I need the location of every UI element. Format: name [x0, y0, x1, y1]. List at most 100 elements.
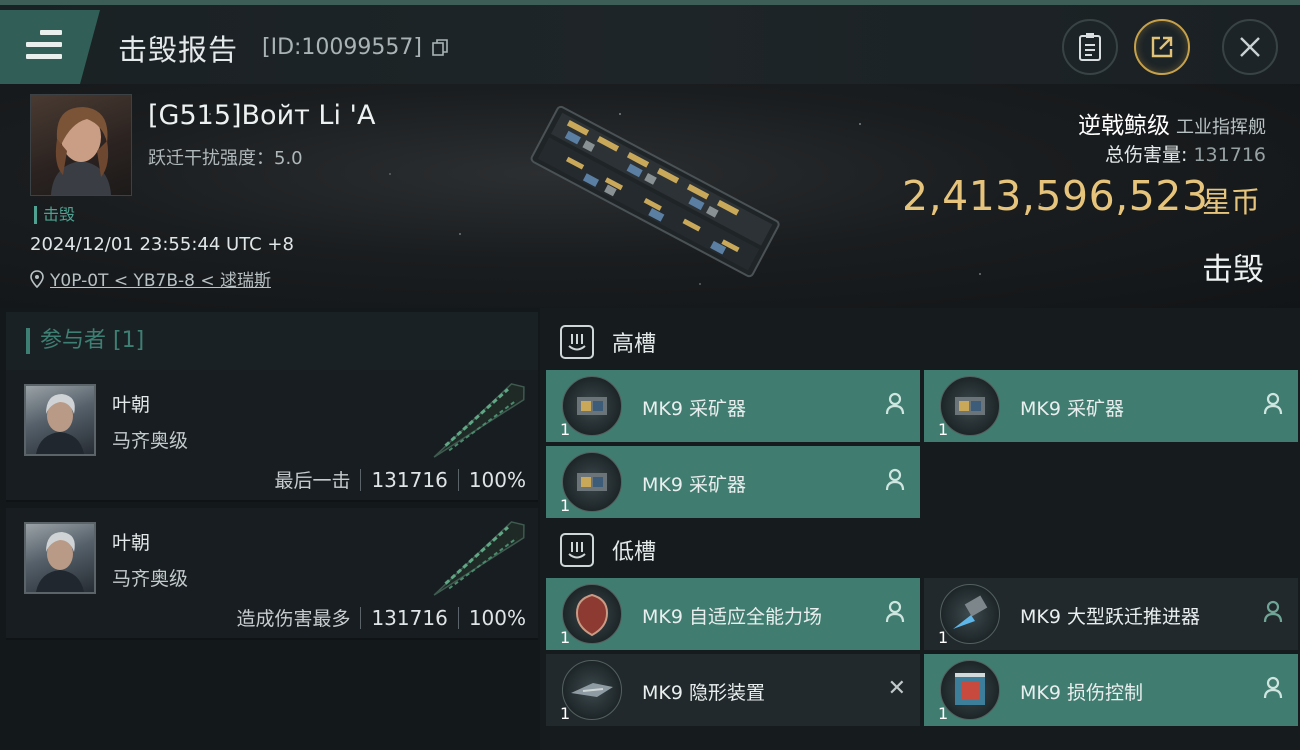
participant-name[interactable]: 叶朝	[112, 528, 150, 555]
report-id: [ID:10099557]	[262, 35, 422, 60]
warp-strength: 跃迁干扰强度：5.0	[148, 148, 303, 169]
fitting-panel: 高槽 1 MK9 采矿器 1 MK9 采矿器 1 MK9 采矿器 低槽 1 MK…	[540, 308, 1300, 750]
low-slot-header: 低槽	[560, 530, 656, 570]
user-icon	[885, 468, 905, 491]
module-quantity: 1	[560, 704, 571, 723]
participant-damage: 131716	[371, 605, 448, 630]
pilot-avatar-icon	[36, 532, 84, 592]
menu-icon	[26, 30, 62, 60]
location-pin-icon	[30, 269, 44, 288]
divider	[360, 606, 362, 629]
module-item[interactable]: 1 MK9 采矿器	[546, 370, 920, 442]
module-item[interactable]: 1 MK9 损伤控制	[924, 654, 1298, 726]
user-icon	[1263, 392, 1283, 415]
participants-panel: 参与者 [1] 叶朝 马齐奥级 最后一击 131716 100% 叶朝 马齐奥级…	[0, 308, 540, 750]
participant-ship-image	[433, 521, 525, 596]
participant-damage: 131716	[371, 467, 448, 492]
share-icon	[1151, 36, 1173, 58]
divider	[360, 468, 362, 491]
avatar[interactable]	[24, 384, 96, 456]
victim-ship-image	[530, 105, 780, 278]
module-name: MK9 采矿器	[642, 398, 746, 420]
mining-laser-icon	[562, 452, 622, 512]
participant-stats: 最后一击 131716 100%	[274, 466, 526, 493]
module-item[interactable]: 1 MK9 自适应全能力场	[546, 578, 920, 650]
module-quantity: 1	[938, 420, 949, 439]
high-slot-label: 高槽	[612, 332, 657, 357]
menu-button[interactable]	[0, 10, 100, 84]
participant-percent: 100%	[468, 605, 526, 630]
module-quantity: 1	[560, 628, 571, 647]
user-icon	[885, 600, 905, 623]
high-slot-header: 高槽	[560, 322, 656, 362]
participants-header: 参与者 [1]	[6, 312, 538, 370]
module-name: MK9 大型跃迁推进器	[1020, 606, 1200, 628]
total-damage-label: 总伤害量:	[1105, 144, 1188, 166]
module-item[interactable]: 1 MK9 采矿器	[924, 370, 1298, 442]
participant-ship: 马齐奥级	[112, 430, 189, 452]
victim-portrait[interactable]	[30, 94, 132, 196]
total-damage: 总伤害量: 131716	[1105, 140, 1266, 167]
participant-stats: 造成伤害最多 131716 100%	[236, 604, 526, 631]
location-link[interactable]: Y0P-0T < YB7B-8 < 逑瑞斯	[50, 266, 271, 291]
pilot-avatar-icon	[51, 107, 111, 195]
participant-name[interactable]: 叶朝	[112, 390, 150, 417]
participant-percent: 100%	[468, 467, 526, 492]
module-quantity: 1	[938, 628, 949, 647]
close-button[interactable]	[1222, 19, 1278, 75]
participant-row[interactable]: 叶朝 马齐奥级 最后一击 131716 100%	[6, 370, 538, 502]
mining-laser-icon	[562, 376, 622, 436]
module-name: MK9 采矿器	[642, 474, 746, 496]
status-badge: 击毁	[34, 206, 75, 224]
participant-role: 最后一击	[274, 470, 351, 492]
participant-row[interactable]: 叶朝 马齐奥级 造成伤害最多 131716 100%	[6, 508, 538, 640]
divider	[457, 468, 459, 491]
clipboard-icon	[1079, 33, 1101, 61]
top-bar: 击毁报告 [ID:10099557]	[0, 0, 1300, 84]
module-name: MK9 采矿器	[1020, 398, 1124, 420]
module-quantity: 1	[560, 420, 571, 439]
module-item[interactable]: 1 MK9 采矿器	[546, 446, 920, 518]
module-name: MK9 损伤控制	[1020, 682, 1143, 704]
module-name: MK9 隐形装置	[642, 682, 765, 704]
user-icon	[1263, 600, 1283, 623]
warp-thruster-icon	[940, 584, 1000, 644]
module-item[interactable]: 1 MK9 大型跃迁推进器	[924, 578, 1298, 650]
isk-value: 2,413,596,523	[902, 172, 1209, 220]
x-icon: ✕	[887, 676, 906, 701]
copy-icon[interactable]	[432, 39, 448, 57]
divider	[457, 606, 459, 629]
mining-laser-icon	[940, 376, 1000, 436]
participant-ship-image	[433, 383, 525, 458]
victim-pilot-name[interactable]: [G515]Войт Li 'A	[148, 100, 375, 131]
result-label: 击毁	[1202, 252, 1264, 288]
victim-ship-name[interactable]: 逆戟鲸级 工业指挥舰	[1078, 106, 1266, 140]
total-damage-value: 131716	[1193, 144, 1266, 166]
avatar[interactable]	[24, 522, 96, 594]
participant-role: 造成伤害最多	[236, 608, 351, 630]
close-icon	[1240, 37, 1260, 57]
kill-banner: [G515]Войт Li 'A 跃迁干扰强度：5.0 击毁 2024/12/0…	[0, 84, 1300, 308]
module-name: MK9 自适应全能力场	[642, 606, 822, 628]
low-slot-label: 低槽	[612, 540, 657, 565]
shield-slot-icon	[560, 533, 594, 567]
user-icon	[1263, 676, 1283, 699]
pilot-avatar-icon	[36, 394, 84, 454]
cloak-icon	[562, 660, 622, 720]
ship-type-name: 逆戟鲸级	[1078, 113, 1170, 139]
kill-timestamp: 2024/12/01 23:55:44 UTC +8	[30, 234, 294, 255]
share-button[interactable]	[1134, 19, 1190, 75]
page-title: 击毁报告	[118, 33, 239, 67]
kill-location[interactable]: Y0P-0T < YB7B-8 < 逑瑞斯	[30, 266, 271, 291]
module-quantity: 1	[560, 496, 571, 515]
module-item[interactable]: 1 MK9 隐形装置 ✕	[546, 654, 920, 726]
shield-hardener-icon	[562, 584, 622, 644]
isk-unit: 星币	[1202, 185, 1261, 219]
participants-title: 参与者 [1]	[26, 328, 144, 354]
participant-ship: 马齐奥级	[112, 568, 189, 590]
shield-slot-icon	[560, 325, 594, 359]
clipboard-button[interactable]	[1062, 19, 1118, 75]
module-quantity: 1	[938, 704, 949, 723]
user-icon	[885, 392, 905, 415]
ship-class: 工业指挥舰	[1176, 117, 1266, 138]
